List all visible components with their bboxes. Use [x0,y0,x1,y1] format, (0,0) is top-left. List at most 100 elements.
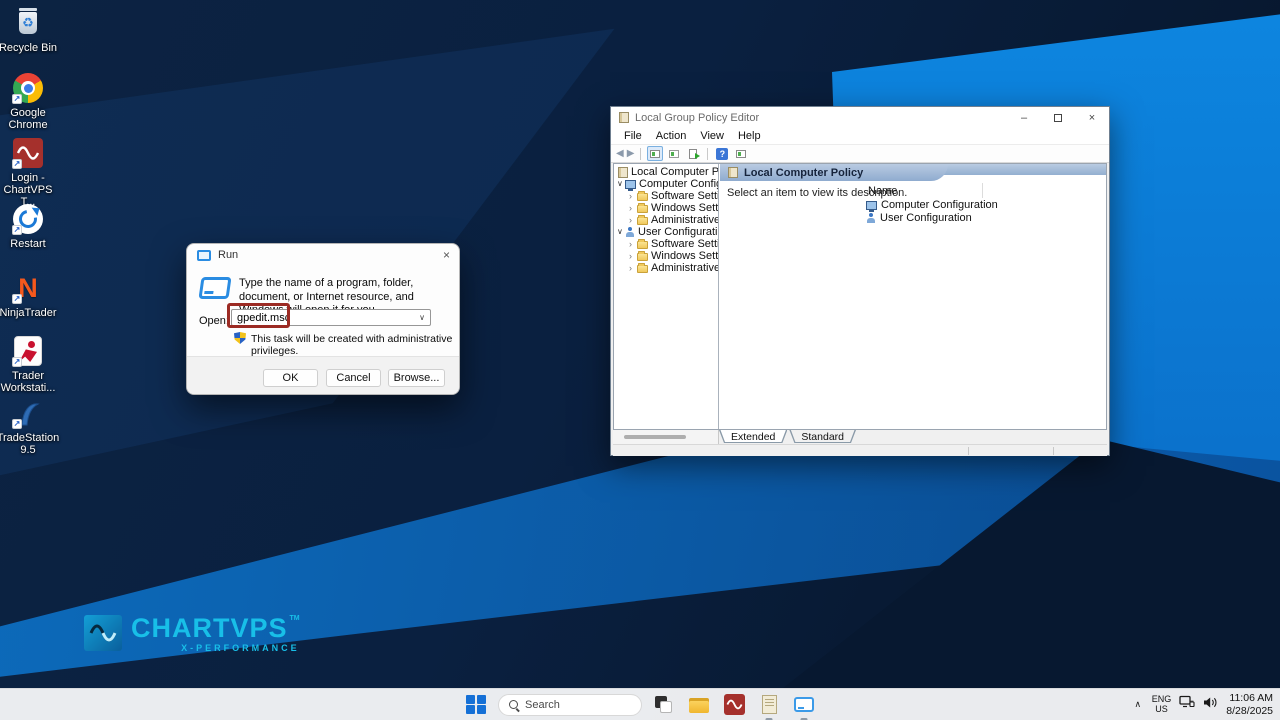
column-header-name[interactable]: Name [868,185,897,197]
gpedit-doc-icon [618,167,628,178]
tab-standard[interactable]: Standard [789,430,856,443]
chevron-collapsed-icon[interactable]: › [629,263,637,273]
open-combobox[interactable]: ∨ [231,309,431,326]
tree-item-administrative-templates-user[interactable]: › Administrative Te [629,262,719,274]
close-button[interactable]: × [1075,107,1109,128]
dialog-footer: OK Cancel Browse... [187,356,459,394]
scrollbar-thumb[interactable] [624,435,686,439]
column-divider[interactable] [982,183,983,198]
menu-view[interactable]: View [693,130,731,142]
minimize-button[interactable]: – [1007,107,1041,128]
export-list-button[interactable] [685,146,701,161]
maximize-button[interactable] [1041,107,1075,128]
tree-item-software-settings[interactable]: › Software Settings [629,190,719,202]
chevron-collapsed-icon[interactable]: › [629,215,637,225]
back-icon[interactable]: ◀ [616,149,624,159]
help-button[interactable]: ? [714,146,730,161]
menu-help[interactable]: Help [731,130,768,142]
chartvps-login-icon: ↗ [11,136,45,170]
toolbar-separator [640,148,641,160]
details-pane: Local Computer Policy Select an item to … [720,164,1106,429]
chevron-collapsed-icon[interactable]: › [629,239,637,249]
search-icon [509,700,518,709]
watermark-tm: TM [290,615,300,622]
gpedit-taskbar-button[interactable] [756,691,782,719]
desktop-icon-google-chrome[interactable]: ↗ Google Chrome [0,71,60,131]
tree-item-windows-settings-user[interactable]: › Windows Setting [629,250,719,262]
file-explorer-button[interactable] [686,691,712,719]
close-icon[interactable]: × [443,248,450,262]
folder-icon [637,241,648,249]
open-input[interactable] [237,310,397,325]
uac-shield-icon [234,332,246,344]
tree-item-user-configuration[interactable]: ∨ User Configuration [617,226,719,238]
computer-config-icon [625,180,636,189]
run-icon [198,277,231,299]
tree-item-windows-settings[interactable]: › Windows Setting [629,202,719,214]
ok-button[interactable]: OK [263,369,318,387]
tree-item-software-settings-user[interactable]: › Software Settings [629,238,719,250]
user-config-icon [625,227,635,237]
computer-config-icon [866,201,877,210]
cancel-button[interactable]: Cancel [326,369,381,387]
desktop-icon-trader-workstation[interactable]: ↗ Trader Workstati... [0,334,60,394]
run-dialog: Run × Type the name of a program, folder… [186,243,460,395]
system-tray: ∧ ENG US 11:06 AM 8/28/2025 [1132,689,1273,720]
dialog-title: Run [218,249,238,261]
folder-icon [637,217,648,225]
toolbar: ◀ ▶ ? [611,144,1109,163]
desktop-icon-restart[interactable]: ↗ Restart [0,202,60,250]
run-app-icon [197,250,211,261]
windows-logo-icon [466,695,486,715]
forward-icon[interactable]: ▶ [627,149,635,159]
desktop-icon-tradestation[interactable]: ↗ TradeStation 9.5 [0,396,60,456]
list-item-computer-configuration[interactable]: Computer Configuration [866,199,998,211]
chevron-collapsed-icon[interactable]: › [629,251,637,261]
desktop-icon-recycle-bin[interactable]: ♻ Recycle Bin [0,6,60,54]
tree-item-root[interactable]: Local Computer Policy [618,166,719,178]
volume-icon[interactable] [1203,696,1218,714]
run-taskbar-button[interactable] [791,691,817,719]
tree-item-administrative-templates[interactable]: › Administrative Te [629,214,719,226]
details-header-title: Local Computer Policy [744,167,863,179]
shortcut-arrow-icon: ↗ [12,357,22,367]
desktop-icon-label: Google Chrome [0,107,60,131]
network-icon[interactable] [1179,695,1195,714]
properties-button[interactable] [666,146,682,161]
shortcut-arrow-icon: ↗ [12,419,22,429]
hidden-icons-chevron[interactable]: ∧ [1132,699,1144,710]
task-view-button[interactable] [651,691,677,719]
run-titlebar[interactable]: Run × [187,244,459,266]
desktop: ♻ Recycle Bin ↗ Google Chrome ↗ Login - … [0,0,1280,720]
tree-horizontal-scrollbar[interactable] [613,430,719,444]
desktop-icon-ninjatrader[interactable]: N ↗ NinjaTrader [0,271,60,319]
tab-extended[interactable]: Extended [719,430,787,443]
chartvps-app-button[interactable] [721,691,747,719]
console-tree-pane: Local Computer Policy ∨ Computer Configu… [614,164,719,429]
show-console-tree-button[interactable] [647,146,663,161]
watermark-tagline: X-PERFORMANCE [181,643,300,653]
gpedit-titlebar[interactable]: Local Group Policy Editor – × [611,107,1109,128]
watermark-brand: CHARTVPS [131,615,288,642]
browse-button[interactable]: Browse... [388,369,445,387]
list-item-user-configuration[interactable]: User Configuration [866,212,972,224]
search-input[interactable] [525,699,625,711]
clock[interactable]: 11:06 AM 8/28/2025 [1226,692,1273,717]
admin-privileges-note: This task will be created with administr… [251,333,459,357]
chevron-collapsed-icon[interactable]: › [629,203,637,213]
chevron-down-icon[interactable]: ∨ [419,313,425,322]
chevron-collapsed-icon[interactable]: › [629,191,637,201]
statusbar-separator [1053,447,1054,455]
menu-action[interactable]: Action [649,130,694,142]
menu-file[interactable]: File [617,130,649,142]
gpedit-window: Local Group Policy Editor – × File Actio… [610,106,1110,456]
start-button[interactable] [463,691,489,719]
new-window-button[interactable] [733,146,749,161]
desktop-icon-label: TradeStation 9.5 [0,432,60,456]
tree-item-computer-configuration[interactable]: ∨ Computer Configura [617,178,719,190]
language-indicator[interactable]: ENG US [1152,695,1172,714]
taskbar-search[interactable] [498,694,642,716]
desktop-icon-login-chartvps[interactable]: ↗ Login - ChartVPS T... [0,136,60,208]
chevron-expanded-icon[interactable]: ∨ [617,227,625,237]
chevron-expanded-icon[interactable]: ∨ [617,179,625,189]
